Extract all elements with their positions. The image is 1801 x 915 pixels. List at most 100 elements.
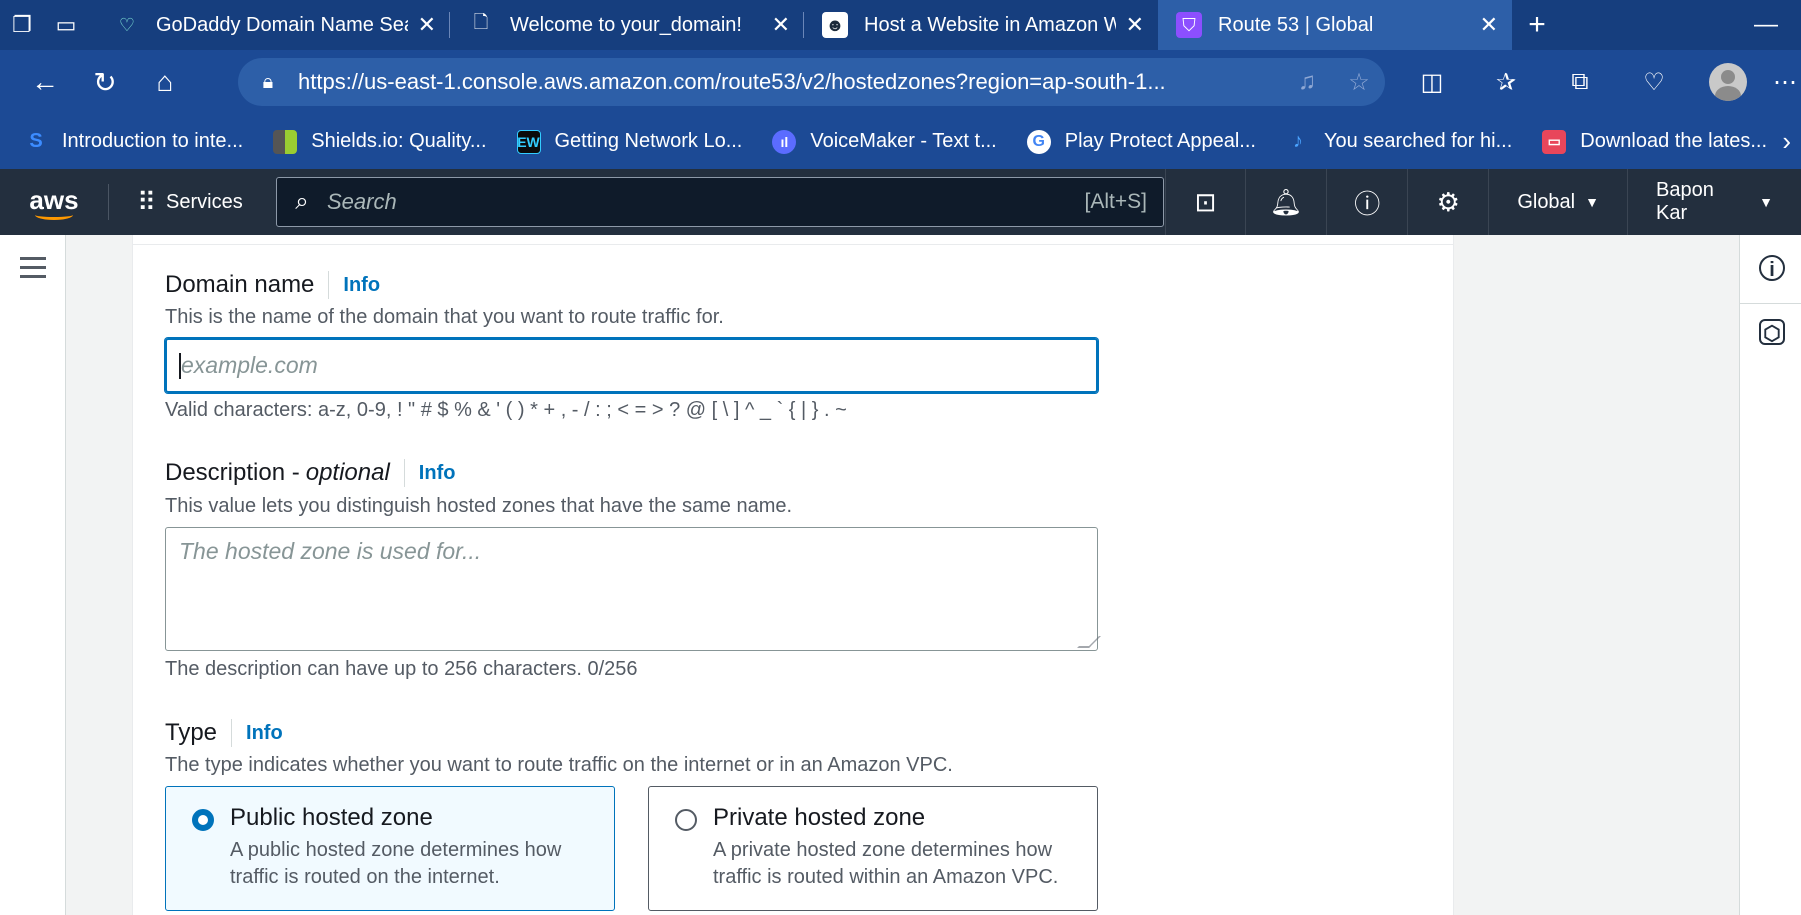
field-label: Description -	[165, 459, 300, 486]
new-tab-button[interactable]: +	[1512, 0, 1562, 50]
divider	[1740, 303, 1801, 304]
type-description: The type indicates whether you want to r…	[165, 754, 953, 776]
collections-icon[interactable]: ⧉	[1543, 68, 1617, 96]
domain-placeholder: example.com	[181, 352, 318, 378]
page-icon: 🗋	[473, 12, 489, 32]
close-tab-icon[interactable]: ✕	[772, 12, 790, 38]
description-label: Description - optional Info	[165, 459, 455, 487]
aws-search-input[interactable]: ⌕ Search [Alt+S]	[276, 177, 1164, 227]
public-hosted-zone-option[interactable]: Public hosted zone A public hosted zone …	[165, 786, 615, 911]
bookmark-item[interactable]: G Play Protect Appeal...	[1026, 129, 1256, 154]
domain-valid-characters: Valid characters: a-z, 0-9, ! " # $ % & …	[165, 399, 847, 421]
back-arrow-icon[interactable]: ←	[16, 50, 74, 114]
info-link[interactable]: Info	[403, 459, 455, 487]
browser-tab[interactable]: 🗋 Welcome to your_domain! ✕	[450, 0, 804, 50]
chevron-right-icon[interactable]: ›	[1782, 126, 1791, 157]
more-menu-icon[interactable]: ⋯	[1765, 68, 1801, 97]
aws-smile-icon	[35, 210, 73, 220]
field-label: Type	[165, 719, 218, 746]
bookmark-favicon-icon: S	[29, 130, 43, 152]
bookmark-favicon-icon	[273, 129, 298, 154]
close-tab-icon[interactable]: ✕	[1126, 12, 1144, 38]
url-text[interactable]: https://us-east-1.console.aws.amazon.com…	[298, 69, 1281, 95]
grid-icon: ⠿	[137, 186, 156, 217]
services-menu-button[interactable]: ⠿ Services	[109, 187, 269, 218]
browser-tab[interactable]: ♡ GoDaddy Domain Name Sea ✕	[96, 0, 450, 50]
bookmark-favicon-icon: ♪	[1292, 130, 1303, 152]
domain-name-input[interactable]: example.com	[165, 338, 1098, 393]
option-description: A private hosted zone determines how tra…	[713, 839, 1059, 888]
browser-tab[interactable]: ☻ Host a Website in Amazon W ✕	[804, 0, 1158, 50]
caret-down-icon: ▼	[1585, 194, 1599, 210]
caret-down-icon: ▼	[1759, 194, 1773, 210]
close-tab-icon[interactable]: ✕	[1480, 12, 1498, 38]
bookmark-favicon-icon: ▭	[1542, 129, 1567, 154]
hex-settings-icon[interactable]: ⬡	[1759, 319, 1785, 345]
bookmark-favicon-icon: G	[1026, 129, 1051, 154]
bookmark-favicon-icon: ıl	[772, 129, 797, 154]
services-label: Services	[166, 190, 243, 213]
bookmark-item[interactable]: EW Getting Network Lo...	[516, 129, 742, 154]
settings-gear-icon[interactable]: ⚙	[1408, 169, 1490, 235]
radio-selected-icon[interactable]	[192, 809, 214, 831]
option-title: Private hosted zone	[713, 804, 926, 831]
minimize-window-button[interactable]: —	[1731, 11, 1801, 39]
private-hosted-zone-option[interactable]: Private hosted zone A private hosted zon…	[648, 786, 1098, 911]
bookmark-label: Shields.io: Quality...	[311, 130, 487, 152]
browser-tab-active[interactable]: ⛉ Route 53 | Global ✕	[1158, 0, 1512, 50]
route53-icon: ⛉	[1176, 12, 1202, 38]
info-link[interactable]: Info	[328, 271, 380, 299]
bookmark-item[interactable]: ıl VoiceMaker - Text t...	[772, 129, 997, 154]
utility-rail: i ⬡	[1739, 235, 1801, 915]
bookmark-label: Play Protect Appeal...	[1064, 130, 1256, 152]
refresh-icon[interactable]: ↻	[76, 50, 134, 114]
resize-handle-icon[interactable]	[1077, 636, 1101, 648]
bookmark-item[interactable]: Shields.io: Quality...	[273, 129, 487, 154]
home-icon[interactable]: ⌂	[136, 50, 194, 114]
aws-logo[interactable]: aws	[0, 169, 108, 235]
tab-title: Route 53 | Global	[1218, 13, 1374, 36]
bookmark-label: VoiceMaker - Text t...	[810, 130, 997, 152]
type-label: Type Info	[165, 719, 283, 747]
bookmark-label: Download the lates...	[1580, 130, 1768, 152]
tab-title: Welcome to your_domain!	[510, 13, 742, 36]
read-aloud-icon[interactable]: ♫	[1281, 68, 1333, 96]
favorites-icon[interactable]: ✰	[1469, 68, 1543, 97]
favorite-star-icon[interactable]: ☆	[1333, 68, 1385, 97]
address-bar[interactable]: 🔒︎ https://us-east-1.console.aws.amazon.…	[238, 58, 1385, 106]
tab-title: Host a Website in Amazon W	[864, 13, 1116, 36]
search-shortcut: [Alt+S]	[1084, 190, 1147, 213]
info-panel-icon[interactable]: i	[1759, 255, 1785, 281]
option-title: Public hosted zone	[230, 804, 433, 831]
bookmark-item[interactable]: S Introduction to inte...	[24, 130, 243, 154]
lock-icon[interactable]: 🔒︎	[238, 71, 298, 94]
split-screen-icon[interactable]: ◫	[1395, 68, 1469, 97]
bookmark-item[interactable]: ▭ Download the lates...	[1542, 129, 1768, 154]
description-placeholder: The hosted zone is used for...	[179, 538, 482, 564]
help-icon[interactable]: ⓘ	[1327, 169, 1409, 235]
robot-icon: ☻	[822, 12, 848, 38]
workspaces-icon[interactable]: ❐	[0, 0, 44, 50]
bookmark-label: You searched for hi...	[1323, 130, 1513, 152]
close-tab-icon[interactable]: ✕	[418, 12, 436, 38]
tab-actions-icon[interactable]: ▭	[44, 0, 88, 50]
browser-essentials-icon[interactable]: ♡	[1617, 68, 1691, 97]
optional-tag: optional	[305, 459, 390, 486]
domain-name-description: This is the name of the domain that you …	[165, 306, 724, 328]
description-textarea[interactable]: The hosted zone is used for...	[165, 527, 1101, 651]
hamburger-menu-icon[interactable]	[20, 257, 46, 284]
cloudshell-icon[interactable]: ⊡	[1165, 169, 1247, 235]
region-selector[interactable]: Global ▼	[1489, 169, 1627, 235]
bookmark-item[interactable]: ♪ You searched for hi...	[1286, 130, 1512, 154]
info-link[interactable]: Info	[231, 719, 283, 747]
radio-unselected-icon[interactable]	[675, 809, 697, 831]
search-icon: ⌕	[295, 188, 309, 215]
browser-tab-strip: ❐ ▭ ♡ GoDaddy Domain Name Sea ✕ 🗋 Welcom…	[0, 0, 1801, 50]
profile-avatar[interactable]	[1709, 63, 1747, 101]
account-menu[interactable]: Bapon Kar ▼	[1626, 169, 1801, 235]
bookmark-label: Introduction to inte...	[62, 130, 244, 152]
notifications-bell-icon[interactable]: 🔔︎	[1246, 169, 1328, 235]
field-label: Domain name	[165, 271, 315, 298]
godaddy-icon: ♡	[118, 14, 136, 35]
side-nav-rail	[0, 235, 66, 915]
